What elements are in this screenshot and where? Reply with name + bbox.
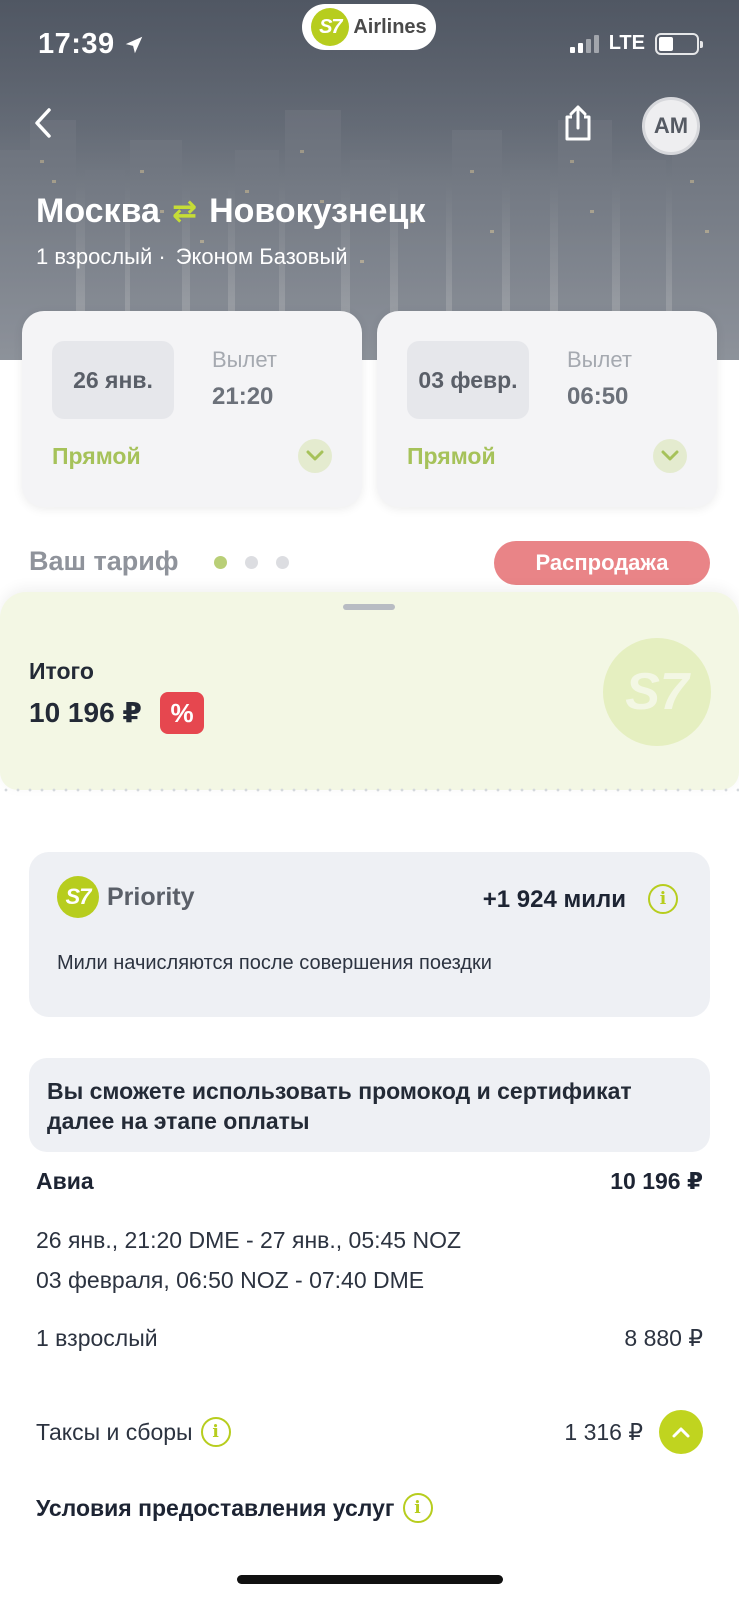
share-icon (565, 105, 591, 141)
destination-city: Новокузнецк (209, 192, 426, 230)
back-button[interactable] (26, 100, 60, 146)
segment-outbound: 26 янв., 21:20 DME - 27 янв., 05:45 NOZ (36, 1227, 462, 1253)
segment-return: 03 февраля, 06:50 NOZ - 07:40 DME (36, 1267, 425, 1293)
taxes-label-group: Таксы и сборы i (36, 1417, 231, 1447)
expand-flight-button[interactable] (298, 439, 332, 473)
service-terms[interactable]: Условия предоставления услуг i (36, 1493, 433, 1523)
battery-icon (655, 32, 703, 55)
status-bar-indicators: LTE (569, 32, 703, 55)
expand-flight-button[interactable] (653, 439, 687, 473)
passengers-count: 1 взрослый · (36, 244, 166, 269)
return-flight-card[interactable]: 03 февр. Вылет 06:50 Прямой (377, 311, 717, 507)
chevron-down-icon (306, 450, 324, 461)
priority-name: Priority (107, 882, 195, 911)
s7-watermark-logo: S7 (603, 638, 711, 746)
brand-logo: S7 Airlines (302, 4, 436, 50)
flight-type: Прямой (407, 443, 496, 469)
booking-summary: 1 взрослый · Эконом Базовый (36, 244, 348, 270)
tariff-page-indicator[interactable] (214, 556, 289, 569)
home-indicator[interactable] (237, 1575, 503, 1584)
collapse-button[interactable] (659, 1410, 703, 1454)
info-icon[interactable]: i (200, 1417, 231, 1447)
s7-logo-icon: S7 (311, 8, 350, 46)
adult-label: 1 взрослый (36, 1325, 158, 1351)
miles-earned: +1 924 мили (482, 886, 626, 913)
location-arrow-icon (125, 36, 142, 53)
total-label: Итого (29, 658, 94, 684)
user-avatar[interactable]: AM (642, 97, 700, 155)
swap-arrows-icon: ⇄ (171, 195, 198, 228)
tariff-title: Ваш тариф (29, 546, 179, 576)
status-bar-time: 17:39 (38, 28, 145, 61)
network-type: LTE (608, 32, 645, 54)
taxes-row: Таксы и сборы i 1 316 ₽ (36, 1410, 703, 1454)
sheet-grabber[interactable] (343, 604, 395, 610)
info-icon[interactable]: i (402, 1493, 433, 1523)
miles-note: Мили начисляются после совершения поездк… (57, 952, 492, 974)
flight-date: 26 янв. (52, 341, 174, 419)
departure-label: Вылет (567, 347, 632, 372)
fare-class: Эконом Базовый (175, 244, 348, 269)
adult-sum: 8 880 ₽ (624, 1325, 703, 1351)
cellular-signal-icon (569, 34, 599, 53)
s7-priority-logo: S7 Priority (57, 876, 195, 918)
chevron-down-icon (661, 450, 679, 461)
page-dot[interactable] (276, 556, 289, 569)
flight-type: Прямой (52, 443, 141, 469)
share-button[interactable] (558, 100, 598, 146)
page-dot[interactable] (245, 556, 258, 569)
avia-title: Авиа (36, 1168, 94, 1194)
priority-miles-card: S7 Priority +1 924 мили i Мили начисляют… (29, 852, 710, 1017)
promo-notice: Вы сможете использовать промокод и серти… (29, 1058, 710, 1152)
taxes-value-group: 1 316 ₽ (564, 1410, 703, 1454)
origin-city: Москва (36, 192, 160, 230)
page-dot[interactable] (214, 556, 227, 569)
chevron-up-icon (672, 1427, 690, 1438)
departure-time: 21:20 (212, 383, 274, 410)
avia-sum: 10 196 ₽ (610, 1168, 703, 1194)
s7-logo-icon: S7 (57, 876, 99, 918)
chevron-left-icon (35, 108, 51, 138)
terms-label: Условия предоставления услуг (36, 1494, 395, 1521)
flight-date: 03 февр. (407, 341, 529, 419)
avia-row: Авиа 10 196 ₽ (36, 1168, 703, 1195)
outbound-flight-card[interactable]: 26 янв. Вылет 21:20 Прямой (22, 311, 362, 507)
adult-row: 1 взрослый 8 880 ₽ (36, 1325, 703, 1352)
taxes-sum: 1 316 ₽ (564, 1418, 643, 1445)
sale-badge: Распродажа (494, 541, 710, 585)
route-title: Москва ⇄ Новокузнецк (36, 192, 425, 231)
discount-badge: % (160, 692, 204, 734)
info-icon[interactable]: i (648, 884, 678, 914)
taxes-label: Таксы и сборы (36, 1418, 193, 1445)
total-amount: 10 196 ₽ (29, 697, 142, 728)
total-sheet[interactable]: Итого 10 196 ₽ % S7 (0, 592, 739, 790)
perforation-divider (0, 788, 739, 792)
brand-name: Airlines (353, 15, 427, 38)
departure-time: 06:50 (567, 383, 629, 410)
departure-label: Вылет (212, 347, 277, 372)
